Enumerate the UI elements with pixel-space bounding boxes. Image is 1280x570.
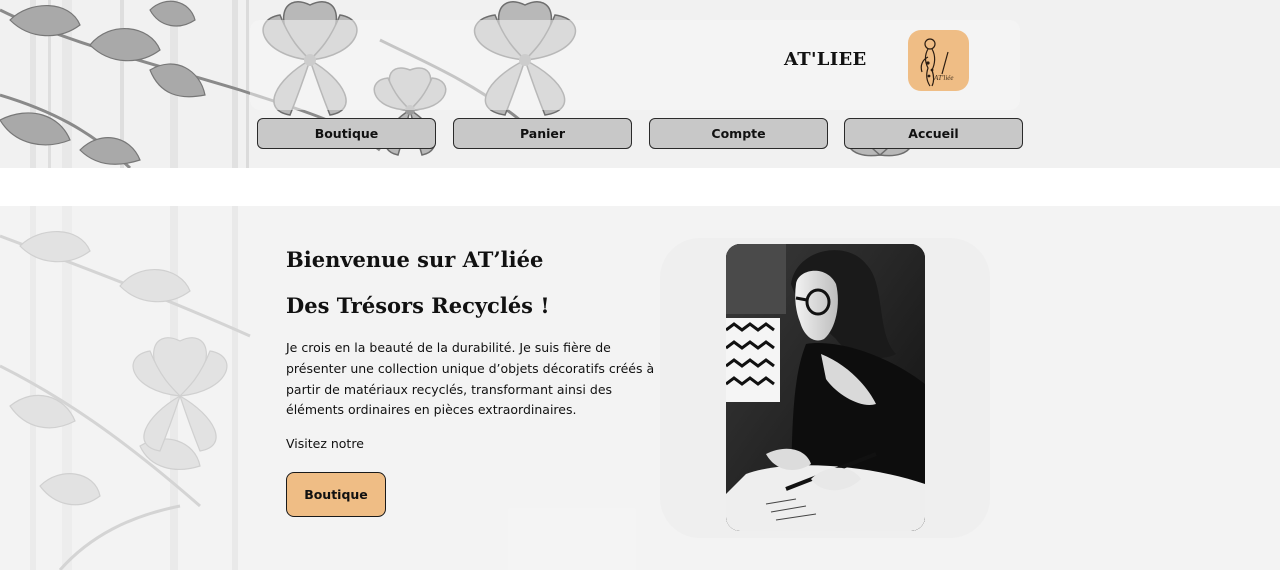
nav-panier-button[interactable]: Panier <box>453 118 632 149</box>
nav-compte-button[interactable]: Compte <box>649 118 828 149</box>
site-header: AT'LIEE AT'liée Boutique Panier Compte A… <box>0 0 1280 168</box>
hero-subtitle: Des Trésors Recyclés ! <box>286 293 550 318</box>
header-divider-band <box>0 168 1280 206</box>
artisan-photo <box>726 244 925 531</box>
site-brand[interactable]: AT'LIEE <box>784 49 867 70</box>
hero-title: Bienvenue sur AT’liée <box>286 247 544 272</box>
site-logo[interactable]: AT'liée <box>908 30 969 91</box>
logo-script: AT'liée <box>934 74 954 82</box>
nav-accueil-button[interactable]: Accueil <box>844 118 1023 149</box>
hero-visit-text: Visitez notre <box>286 436 364 451</box>
header-panel <box>250 20 1020 110</box>
artisan-drawing-photo-icon <box>726 244 925 531</box>
nav-boutique-button[interactable]: Boutique <box>257 118 436 149</box>
hero-boutique-button[interactable]: Boutique <box>286 472 386 517</box>
hero-paragraph: Je crois en la beauté de la durabilité. … <box>286 340 655 418</box>
